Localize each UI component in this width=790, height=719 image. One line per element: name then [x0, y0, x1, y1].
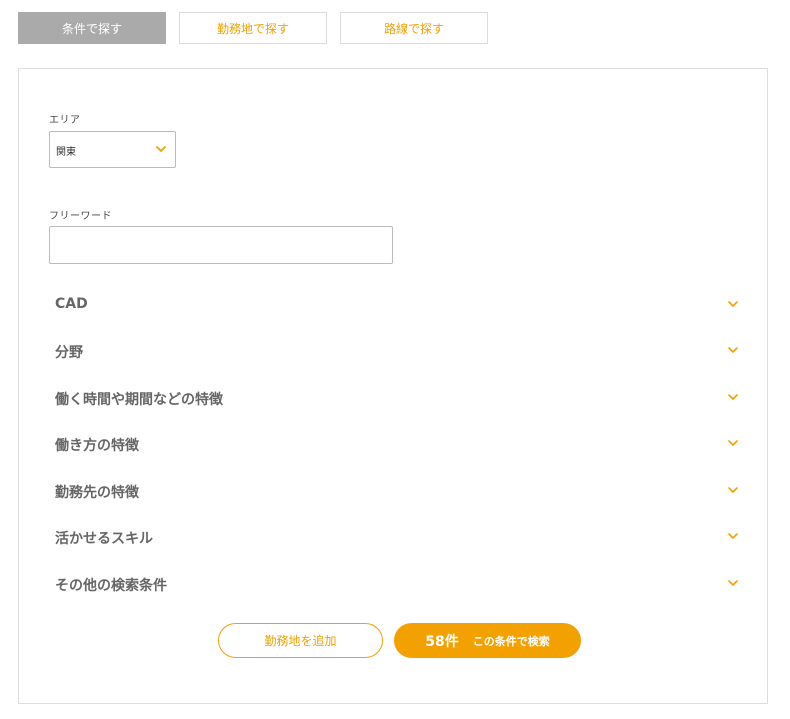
chevron-down-icon	[728, 347, 738, 353]
search-button-label: この条件で検索	[472, 634, 550, 648]
chevron-down-icon	[728, 394, 738, 400]
accordion-item-label: CAD	[55, 296, 88, 312]
accordion-item-label: 分野	[55, 345, 83, 361]
add-location-label: 勤務地を追加	[264, 634, 337, 648]
chevron-down-icon	[728, 440, 738, 446]
freeword-label: フリーワード	[49, 211, 112, 222]
accordion-item-skills[interactable]: 活かせるスキル	[49, 516, 739, 556]
accordion-item-label: 働き方の特徴	[55, 438, 139, 454]
accordion-item-cad[interactable]: CAD	[49, 284, 739, 324]
chevron-down-icon	[728, 487, 738, 493]
accordion-item-label: その他の検索条件	[55, 578, 167, 594]
chevron-down-icon	[728, 301, 738, 307]
area-label: エリア	[49, 115, 81, 126]
tab-search-by-route[interactable]: 路線で探す	[340, 12, 488, 44]
search-mode-tabs: 条件で探す 勤務地で探す 路線で探す	[18, 12, 490, 46]
chevron-down-icon	[728, 580, 738, 586]
accordion-item-work-style[interactable]: 働き方の特徴	[49, 423, 739, 463]
search-button[interactable]: 58件 この条件で検索	[394, 623, 581, 658]
tab-label: 路線で探す	[383, 21, 444, 36]
accordion-item-label: 働く時間や期間などの特徴	[55, 392, 223, 408]
accordion-item-other[interactable]: その他の検索条件	[49, 563, 739, 603]
accordion-item-label: 活かせるスキル	[55, 531, 153, 547]
result-count: 58件	[425, 633, 459, 650]
add-location-button[interactable]: 勤務地を追加	[218, 623, 383, 658]
tab-search-by-condition[interactable]: 条件で探す	[18, 12, 166, 44]
freeword-input[interactable]	[49, 226, 393, 264]
chevron-down-icon	[728, 533, 738, 539]
accordion-item-label: 勤務先の特徴	[55, 485, 139, 501]
area-select[interactable]: 関東	[49, 131, 176, 168]
tab-search-by-location[interactable]: 勤務地で探す	[179, 12, 327, 44]
tab-label: 勤務地で探す	[216, 21, 289, 36]
condition-accordion: CAD 分野 働く時間や期間などの特徴 働き方の特徴 勤務先の特徴 活かせるスキ…	[49, 284, 739, 609]
accordion-item-field[interactable]: 分野	[49, 330, 739, 370]
accordion-item-work-hours[interactable]: 働く時間や期間などの特徴	[49, 377, 739, 417]
area-selected-value: 関東	[56, 147, 76, 158]
accordion-item-workplace[interactable]: 勤務先の特徴	[49, 470, 739, 510]
tab-label: 条件で探す	[61, 21, 122, 36]
search-condition-panel: エリア 関東 フリーワード CAD 分野 働く時間や期間などの特徴 働き方の特徴…	[18, 68, 768, 704]
chevron-down-icon	[156, 146, 166, 152]
